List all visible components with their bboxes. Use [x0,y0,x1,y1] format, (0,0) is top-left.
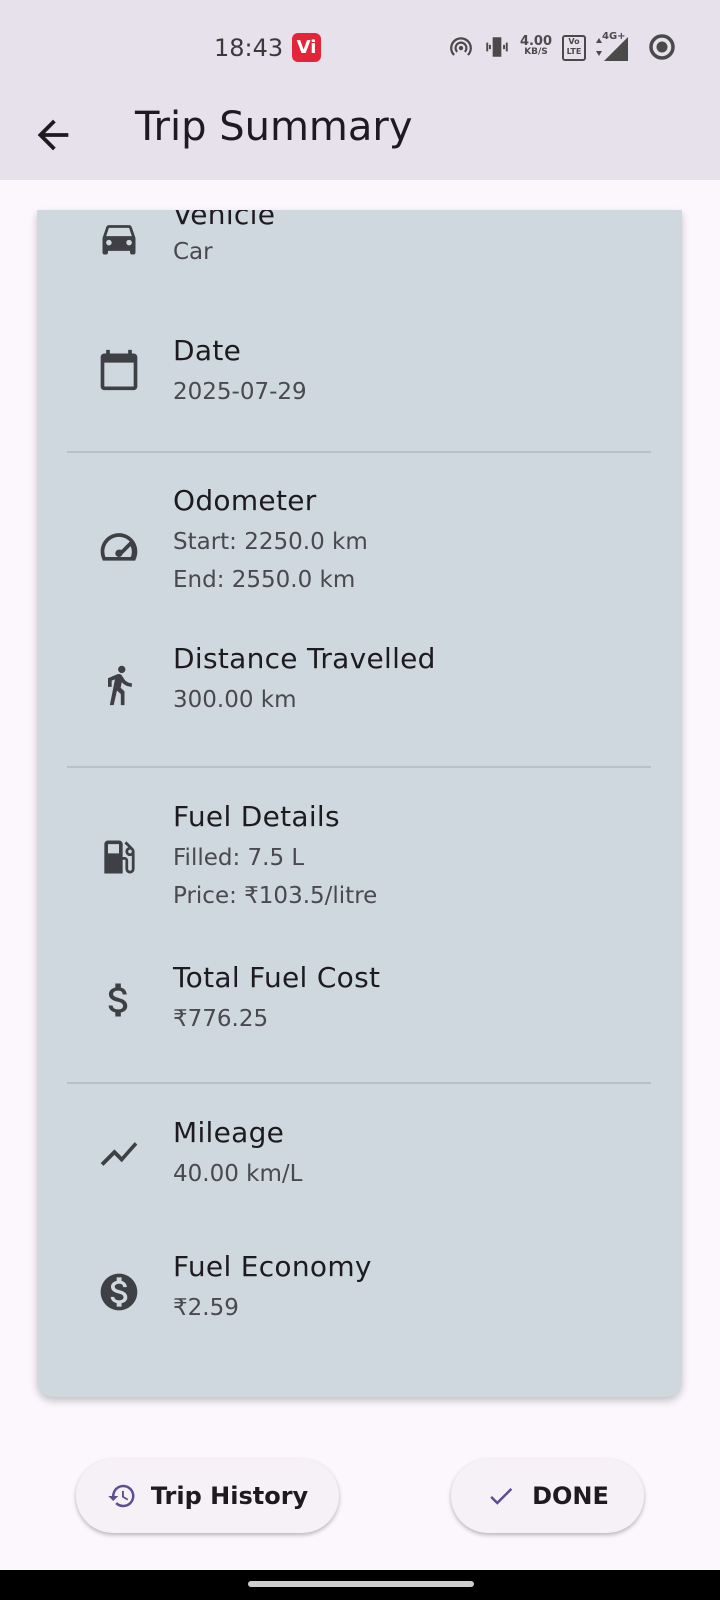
vibrate-icon [486,37,508,57]
date-value: 2025-07-29 [173,379,307,405]
check-icon [490,1487,513,1505]
fuel-details-title: Fuel Details [173,800,340,833]
back-arrow-icon[interactable] [30,112,76,158]
fuel-economy-title: Fuel Economy [173,1250,372,1283]
volte-label: Vo LTE [566,37,582,56]
walking-person-icon [108,665,132,706]
trip-summary-card: Vehicle Car Date 2025-07-29 Odometer Sta… [37,210,682,1397]
mileage-title: Mileage [173,1116,285,1149]
divider [67,766,651,768]
hotspot-icon [450,37,472,56]
app-bar: Trip Summary [0,90,720,180]
system-nav-bar [0,1570,720,1600]
dollar-circle-icon [100,1273,138,1311]
fuel-pump-icon [104,840,135,874]
history-icon [108,1484,135,1508]
detail-row-vehicle: Vehicle [37,198,682,284]
odometer-title: Odometer [173,484,317,517]
trip-history-button[interactable]: Trip History [76,1459,339,1533]
volte-icon: Vo LTE [562,35,586,61]
vehicle-title: Vehicle [173,198,276,231]
fuel-price: Price: ₹103.5/litre [173,883,378,909]
carrier-badge: Vi [292,33,321,62]
fuel-filled: Filled: 7.5 L [173,845,305,871]
odometer-end: End: 2550.0 km [173,567,356,593]
page-title: Trip Summary [135,104,413,150]
total-fuel-cost-title: Total Fuel Cost [173,961,381,994]
odometer-start: Start: 2250.0 km [173,529,368,555]
trend-line-icon [100,1142,138,1166]
battery-saver-icon [649,34,675,60]
car-icon [102,225,136,255]
done-button[interactable]: DONE [451,1459,644,1533]
divider [67,1082,651,1084]
trip-history-label: Trip History [150,1482,309,1510]
done-label: DONE [532,1482,609,1510]
status-bar: 18:43 Vi 4.00 KB/S Vo LTE 4G+ [0,0,720,90]
status-time: 18:43 [214,34,284,62]
net-speed: 4.00 KB/S [518,35,554,57]
signal-icon: 4G+ [592,31,632,63]
mileage-value: 40.00 km/L [173,1161,303,1187]
date-title: Date [173,334,242,367]
divider [67,451,651,453]
total-fuel-cost-value: ₹776.25 [173,1006,269,1032]
home-gesture-handle[interactable] [248,1581,474,1587]
vehicle-value: Car [173,239,213,265]
distance-value: 300.00 km [173,687,297,713]
net-speed-unit: KB/S [524,47,548,57]
calendar-icon [100,349,138,391]
fuel-economy-value: ₹2.59 [173,1295,239,1321]
speedometer-icon [100,533,138,561]
distance-title: Distance Travelled [173,642,436,675]
dollar-icon [108,983,128,1017]
